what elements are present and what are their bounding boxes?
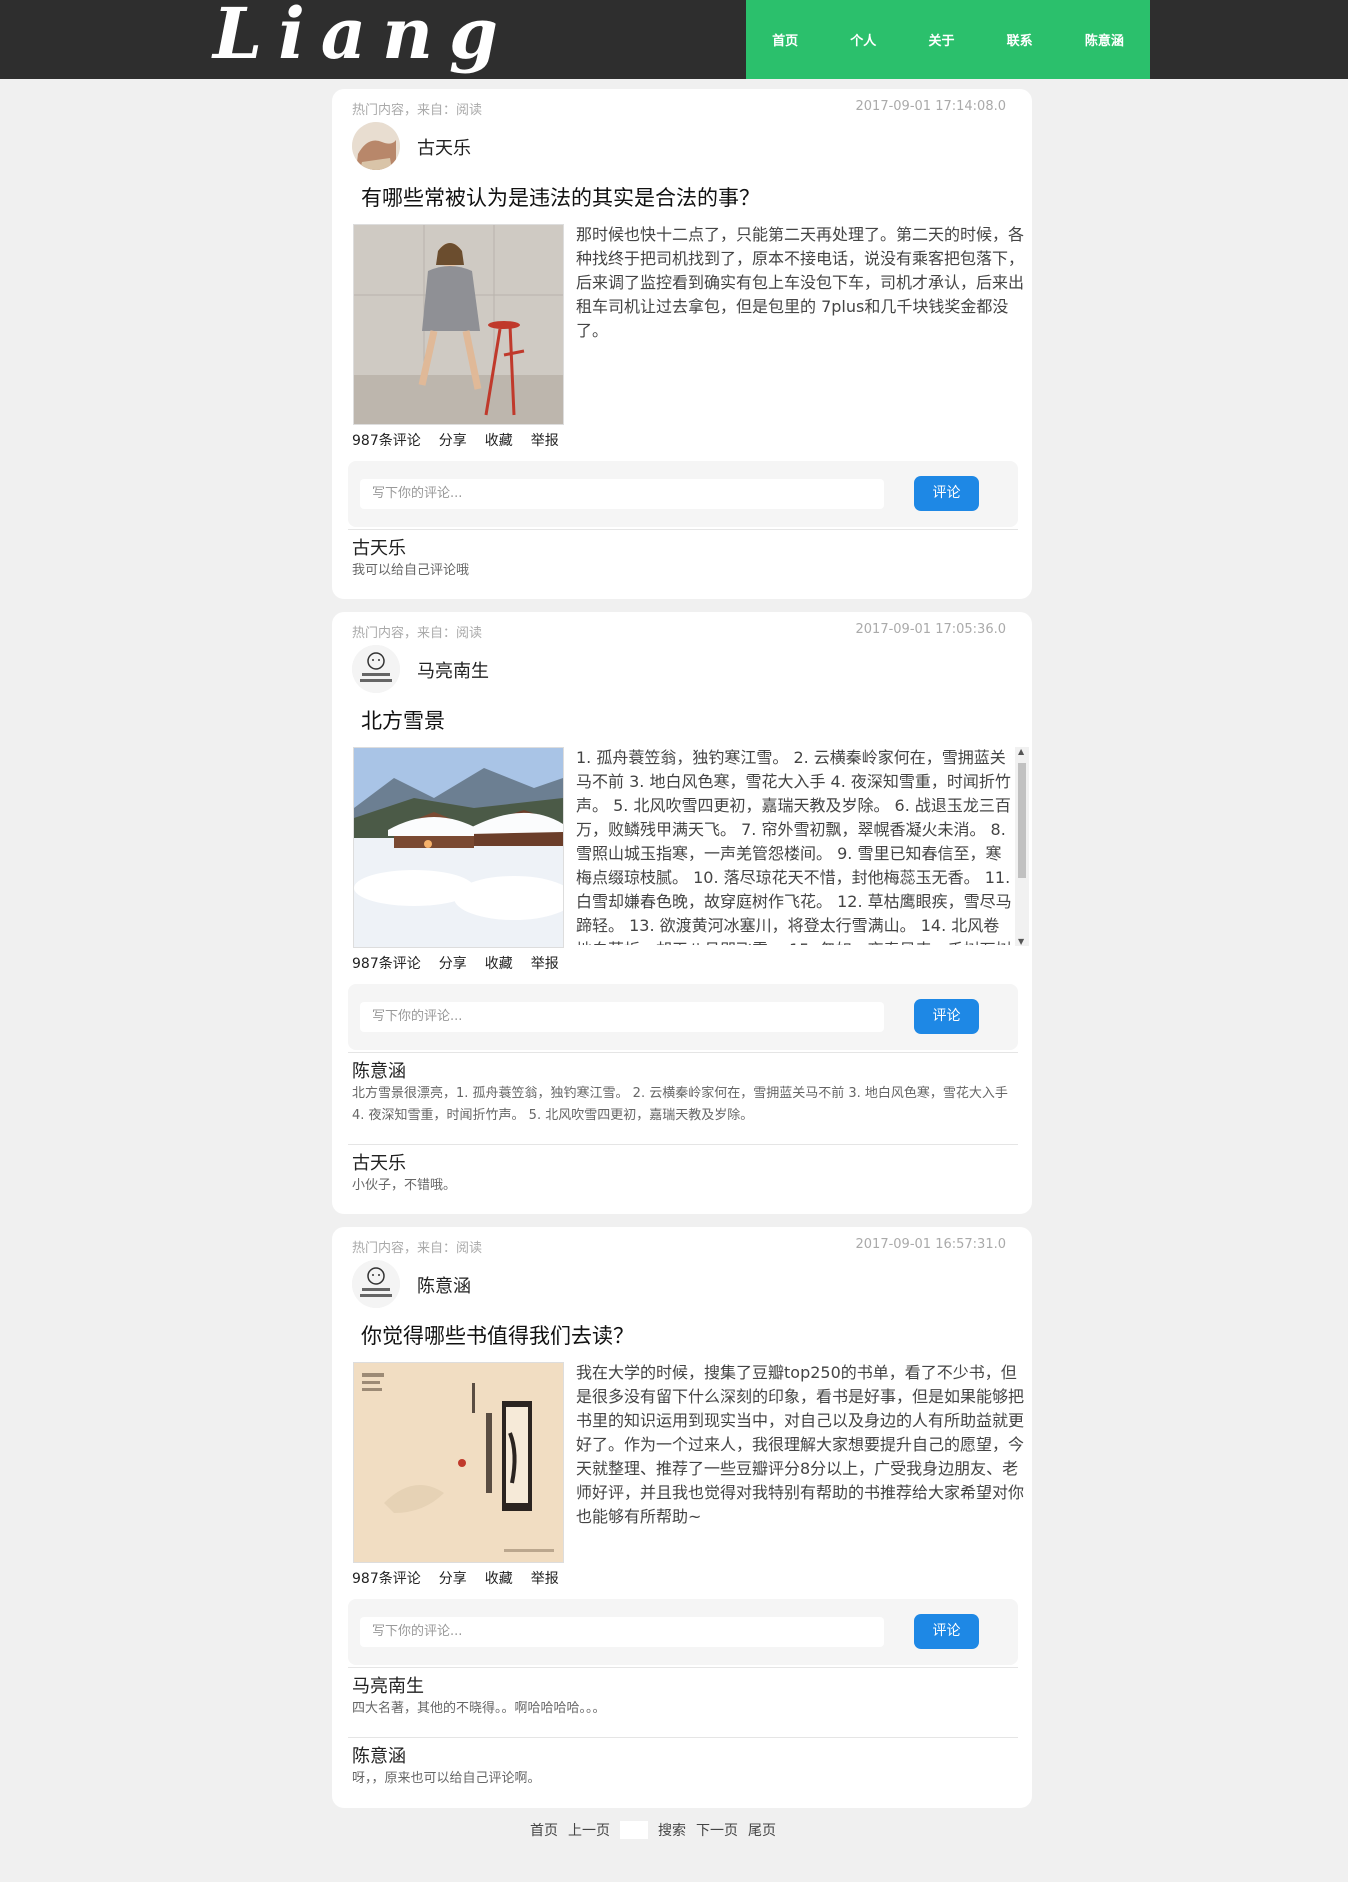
share-link[interactable]: 分享 bbox=[439, 433, 467, 449]
post-image[interactable] bbox=[353, 1362, 564, 1563]
reply-text: 北方雪景很漂亮，1. 孤舟蓑笠翁，独钓寒江雪。 2. 云横秦岭家何在，雪拥蓝关马… bbox=[352, 1086, 1008, 1123]
top-bar: Liang 首页 个人 关于 联系 陈意涵 bbox=[0, 0, 1348, 79]
reply-item: 陈意涵 呀，，原来也可以给自己评论啊。 bbox=[348, 1737, 1018, 1808]
scroll-up-icon[interactable]: ▲ bbox=[1018, 747, 1024, 756]
pager-search[interactable]: 搜索 bbox=[658, 1820, 686, 1840]
site-logo[interactable]: Liang bbox=[213, 0, 514, 74]
nav-about[interactable]: 关于 bbox=[928, 30, 954, 49]
nav-contact[interactable]: 联系 bbox=[1007, 30, 1033, 49]
avatar[interactable] bbox=[352, 645, 400, 693]
post-body: 我在大学的时候，搜集了豆瓣top250的书单，看了不少书，但是很多没有留下什么深… bbox=[576, 1363, 1025, 1526]
post-image[interactable] bbox=[353, 224, 564, 425]
comment-input[interactable]: 写下你的评论... bbox=[360, 1002, 884, 1032]
pager-next[interactable]: 下一页 bbox=[696, 1820, 738, 1840]
post-card: 热门内容，来自：阅读 2017-09-01 17:05:36.0 马亮南生 北方… bbox=[332, 612, 1032, 1214]
reply-text: 我可以给自己评论哦 bbox=[352, 563, 470, 578]
post-actions: 987条评论 分享 收藏 举报 bbox=[352, 953, 577, 973]
reply-text: 小伙子，不错哦。 bbox=[352, 1178, 457, 1193]
post-author[interactable]: 陈意涵 bbox=[417, 1272, 471, 1298]
comment-box: 写下你的评论... 评论 bbox=[348, 1599, 1018, 1665]
reply-author[interactable]: 古天乐 bbox=[352, 534, 406, 560]
reply-text: 呀，，原来也可以给自己评论啊。 bbox=[352, 1771, 541, 1786]
report-link[interactable]: 举报 bbox=[531, 433, 559, 449]
reply-author[interactable]: 古天乐 bbox=[352, 1149, 406, 1175]
favorite-link[interactable]: 收藏 bbox=[485, 433, 513, 449]
post-title[interactable]: 有哪些常被认为是违法的其实是合法的事？ bbox=[361, 182, 760, 212]
share-link[interactable]: 分享 bbox=[439, 956, 467, 972]
scrollbar-thumb[interactable] bbox=[1018, 763, 1026, 878]
post-image[interactable] bbox=[353, 747, 564, 948]
post-actions: 987条评论 分享 收藏 举报 bbox=[352, 430, 577, 450]
nav-user[interactable]: 陈意涵 bbox=[1085, 30, 1124, 49]
post-author[interactable]: 马亮南生 bbox=[417, 657, 489, 683]
comment-submit-button[interactable]: 评论 bbox=[914, 1614, 979, 1649]
post-title[interactable]: 北方雪景 bbox=[361, 705, 445, 735]
comment-box: 写下你的评论... 评论 bbox=[348, 461, 1018, 527]
comment-input[interactable]: 写下你的评论... bbox=[360, 1617, 884, 1647]
reply-item: 陈意涵 北方雪景很漂亮，1. 孤舟蓑笠翁，独钓寒江雪。 2. 云横秦岭家何在，雪… bbox=[348, 1052, 1018, 1145]
avatar[interactable] bbox=[352, 122, 400, 170]
report-link[interactable]: 举报 bbox=[531, 1571, 559, 1587]
nav-home[interactable]: 首页 bbox=[772, 30, 798, 49]
favorite-link[interactable]: 收藏 bbox=[485, 1571, 513, 1587]
post-author[interactable]: 古天乐 bbox=[417, 134, 471, 160]
main-nav: 首页 个人 关于 联系 陈意涵 bbox=[746, 0, 1150, 79]
post-card: 热门内容，来自：阅读 2017-09-01 16:57:31.0 陈意涵 你觉得… bbox=[332, 1227, 1032, 1808]
post-title[interactable]: 你觉得哪些书值得我们去读？ bbox=[361, 1320, 634, 1350]
reply-item: 马亮南生 四大名著，其他的不晓得。。啊哈哈哈哈。。。 bbox=[348, 1667, 1018, 1738]
reply-author[interactable]: 陈意涵 bbox=[352, 1742, 406, 1768]
post-time: 2017-09-01 17:14:08.0 bbox=[855, 99, 1006, 114]
post-body: 那时候也快十二点了，只能第二天再处理了。第二天的时候，各种找终于把司机找到了，原… bbox=[576, 225, 1025, 340]
comments-count-link[interactable]: 987条评论 bbox=[352, 1571, 421, 1587]
post-source: 热门内容，来自：阅读 bbox=[352, 103, 483, 118]
post-time: 2017-09-01 17:05:36.0 bbox=[855, 622, 1006, 637]
page-number-input[interactable] bbox=[620, 1821, 648, 1839]
post-card: 热门内容，来自：阅读 2017-09-01 17:14:08.0 古天乐 有哪些… bbox=[332, 89, 1032, 599]
pager-prev[interactable]: 上一页 bbox=[568, 1820, 610, 1840]
scroll-down-icon[interactable]: ▼ bbox=[1018, 937, 1024, 946]
comments-count-link[interactable]: 987条评论 bbox=[352, 956, 421, 972]
comments-count-link[interactable]: 987条评论 bbox=[352, 433, 421, 449]
reply-item: 古天乐 小伙子，不错哦。 bbox=[348, 1144, 1018, 1215]
comment-box: 写下你的评论... 评论 bbox=[348, 984, 1018, 1050]
reply-author[interactable]: 陈意涵 bbox=[352, 1057, 406, 1083]
post-source: 热门内容，来自：阅读 bbox=[352, 1241, 483, 1256]
comment-submit-button[interactable]: 评论 bbox=[914, 476, 979, 511]
pager-last[interactable]: 尾页 bbox=[748, 1820, 776, 1840]
post-actions: 987条评论 分享 收藏 举报 bbox=[352, 1568, 577, 1588]
favorite-link[interactable]: 收藏 bbox=[485, 956, 513, 972]
post-time: 2017-09-01 16:57:31.0 bbox=[855, 1237, 1006, 1252]
avatar[interactable] bbox=[352, 1260, 400, 1308]
pagination: 首页 上一页 搜索 下一页 尾页 bbox=[530, 1820, 786, 1840]
post-body-scrollbar[interactable]: ▲ ▼ bbox=[1015, 747, 1029, 946]
comment-input[interactable]: 写下你的评论... bbox=[360, 479, 884, 509]
comment-submit-button[interactable]: 评论 bbox=[914, 999, 979, 1034]
post-source: 热门内容，来自：阅读 bbox=[352, 626, 483, 641]
share-link[interactable]: 分享 bbox=[439, 1571, 467, 1587]
pager-first[interactable]: 首页 bbox=[530, 1820, 558, 1840]
reply-author[interactable]: 马亮南生 bbox=[352, 1672, 424, 1698]
reply-item: 古天乐 我可以给自己评论哦 bbox=[348, 529, 1018, 600]
nav-personal[interactable]: 个人 bbox=[850, 30, 876, 49]
post-body[interactable]: 1. 孤舟蓑笠翁，独钓寒江雪。 2. 云横秦岭家何在，雪拥蓝关马不前 3. 地白… bbox=[576, 746, 1012, 945]
reply-text: 四大名著，其他的不晓得。。啊哈哈哈哈。。。 bbox=[352, 1701, 606, 1716]
report-link[interactable]: 举报 bbox=[531, 956, 559, 972]
